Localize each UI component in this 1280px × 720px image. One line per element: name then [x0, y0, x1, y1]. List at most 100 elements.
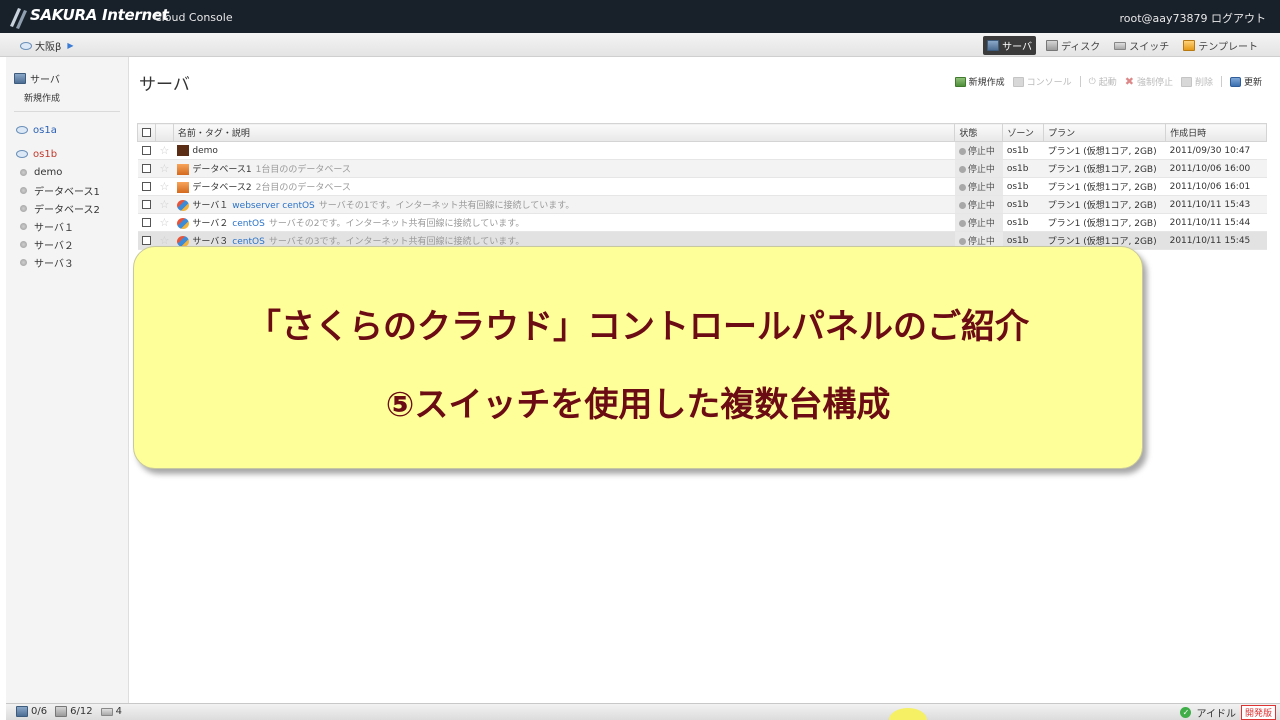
- row-checkbox[interactable]: [141, 217, 151, 227]
- star-icon[interactable]: ☆: [160, 144, 170, 157]
- sidebar-item-database1[interactable]: データベース1: [16, 181, 100, 199]
- star-icon[interactable]: ☆: [160, 162, 170, 175]
- brand-subtitle: Cloud Console: [154, 11, 233, 24]
- row-checkbox[interactable]: [141, 145, 151, 155]
- status-dot-icon: [20, 186, 27, 194]
- tab-switch[interactable]: スイッチ: [1110, 36, 1173, 55]
- server-icon: [177, 145, 190, 156]
- name-cell: サーバ１ webserver centOS サーバその1です。インターネット共有回線…: [173, 195, 955, 214]
- status-dot-icon: [20, 204, 27, 212]
- name-cell: サーバ２ centOS サーバその2です。インターネット共有回線に接続しています。: [173, 213, 955, 232]
- delete-label: 削除: [1194, 78, 1213, 88]
- server-count: 0/6: [16, 706, 47, 717]
- star-cell: ☆: [155, 159, 174, 178]
- row-checkbox[interactable]: [141, 235, 151, 245]
- row-checkbox[interactable]: [141, 199, 151, 209]
- state-label: 停止中: [967, 165, 995, 175]
- column-header-created[interactable]: 作成日時: [1165, 123, 1267, 142]
- plan-cell: プラン1 (仮想1コア, 2GB): [1043, 195, 1166, 214]
- tab-server[interactable]: サーバ: [983, 36, 1036, 55]
- tab-template[interactable]: テンプレート: [1179, 36, 1262, 55]
- sidebar-new-button[interactable]: 新規作成: [24, 91, 60, 104]
- plan-cell: プラン1 (仮想1コア, 2GB): [1043, 141, 1166, 160]
- switch-count: 4: [100, 706, 122, 717]
- sidebar-item-demo[interactable]: demo: [16, 163, 100, 181]
- column-header-name[interactable]: 名前・タグ・説明: [172, 123, 956, 142]
- select-all-cell: [137, 123, 156, 142]
- server-icon: [987, 40, 1000, 51]
- sidebar-item-label: サーバ１: [34, 222, 74, 234]
- row-checkbox[interactable]: [141, 163, 151, 173]
- tab-disk[interactable]: ディスク: [1042, 36, 1104, 55]
- refresh-icon: [1229, 76, 1241, 87]
- table-row[interactable]: ☆ データベース1 1台目ののデータベース 停止中 os1b プラン1 (仮想1コ…: [137, 159, 1267, 178]
- sidebar-item-server2[interactable]: サーバ２: [16, 235, 100, 253]
- sidebar-zone-os1b[interactable]: os1b: [16, 145, 100, 163]
- table-row[interactable]: ☆ データベース2 2台目ののデータベース 停止中 os1b プラン1 (仮想1コ…: [137, 177, 1267, 196]
- logout-link[interactable]: ログアウト: [1211, 12, 1266, 25]
- check-icon: ✓: [1180, 707, 1192, 718]
- status-dot-icon: [20, 240, 27, 248]
- created-cell: 2011/10/06 16:01: [1165, 177, 1267, 196]
- star-icon[interactable]: ☆: [160, 180, 170, 193]
- server-tags[interactable]: webserver centOS: [232, 201, 314, 211]
- table-row[interactable]: ☆ サーバ１ webserver centOS サーバその1です。インターネット共有…: [137, 195, 1267, 214]
- state-cell: 停止中: [954, 159, 1003, 178]
- sidebar-item-server1[interactable]: サーバ１: [16, 217, 100, 235]
- table-row[interactable]: ☆ サーバ２ centOS サーバその2です。インターネット共有回線に接続しています…: [137, 213, 1267, 232]
- refresh-button[interactable]: 更新: [1229, 75, 1262, 88]
- banner-subtitle: ⑤スイッチを使用した複数台構成: [385, 385, 891, 425]
- user-info: root@aay73879 ログアウト: [1119, 10, 1266, 26]
- column-header-zone[interactable]: ゾーン: [1002, 123, 1045, 142]
- server-icon: [14, 73, 26, 84]
- sidebar-zone-os1a[interactable]: os1a: [16, 121, 100, 139]
- table-row[interactable]: ☆ demo 停止中 os1b プラン1 (仮想1コア, 2GB) 2011/0…: [137, 141, 1267, 160]
- server-description: サーバその1です。インターネット共有回線に接続しています。: [318, 201, 575, 211]
- sidebar-item-database2[interactable]: データベース2: [16, 199, 100, 217]
- created-cell: 2011/10/06 16:00: [1165, 159, 1267, 178]
- create-button[interactable]: 新規作成: [954, 75, 1005, 88]
- switch-count-value: 4: [115, 706, 122, 717]
- sidebar-heading[interactable]: サーバ: [14, 71, 60, 86]
- disk-icon: [1045, 40, 1058, 51]
- row-checkbox[interactable]: [141, 181, 151, 191]
- checkbox-cell: [137, 141, 156, 160]
- zone-icon: [16, 126, 28, 134]
- server-toolbar: 新規作成 コンソール ⏻ 起動 ✖ 強制停止 削除 更新: [954, 75, 1262, 89]
- checkbox-cell: [137, 177, 156, 196]
- console-button[interactable]: コンソール: [1012, 75, 1072, 88]
- toolbar-divider: [1220, 76, 1222, 87]
- sidebar-item-label: サーバ３: [34, 258, 74, 270]
- zone-cell: os1b: [1002, 195, 1044, 214]
- tab-server-label: サーバ: [1002, 42, 1032, 53]
- zone-cell: os1b: [1002, 159, 1044, 178]
- sidebar-list: os1a os1b demo データベース1 データベース2 サーバ１ サーバ２: [16, 121, 100, 271]
- delete-button[interactable]: 削除: [1180, 75, 1213, 88]
- region-selector[interactable]: 大阪β ▶: [20, 38, 74, 53]
- created-cell: 2011/09/30 10:47: [1165, 141, 1267, 160]
- sidebar-item-server3[interactable]: サーバ３: [16, 253, 100, 271]
- stopped-icon: [958, 202, 966, 209]
- force-stop-label: 強制停止: [1136, 78, 1173, 88]
- name-cell: demo: [173, 141, 955, 160]
- sakura-logo-icon: [10, 8, 27, 29]
- stopped-icon: [958, 148, 966, 155]
- boot-button[interactable]: ⏻ 起動: [1089, 75, 1117, 89]
- state-cell: 停止中: [954, 141, 1003, 160]
- template-icon: [1183, 40, 1196, 51]
- select-all-checkbox[interactable]: [142, 127, 151, 137]
- server-tags[interactable]: centOS: [232, 219, 265, 229]
- created-cell: 2011/10/11 15:45: [1165, 231, 1267, 250]
- server-description: 1台目ののデータベース: [255, 165, 351, 175]
- column-header-plan[interactable]: プラン: [1043, 123, 1167, 142]
- state-label: 停止中: [967, 201, 995, 211]
- state-cell: 停止中: [954, 213, 1003, 232]
- star-icon[interactable]: ☆: [160, 216, 170, 229]
- star-icon[interactable]: ☆: [160, 198, 170, 211]
- server-description: 2台目ののデータベース: [255, 183, 351, 193]
- globe-icon: [20, 41, 32, 50]
- force-stop-button[interactable]: ✖ 強制停止: [1125, 75, 1173, 88]
- column-header-state[interactable]: 状態: [954, 123, 1004, 142]
- server-table: 名前・タグ・説明 状態 ゾーン プラン 作成日時 ☆ demo 停止中 os1b…: [137, 123, 1267, 250]
- console-label: コンソール: [1026, 78, 1072, 88]
